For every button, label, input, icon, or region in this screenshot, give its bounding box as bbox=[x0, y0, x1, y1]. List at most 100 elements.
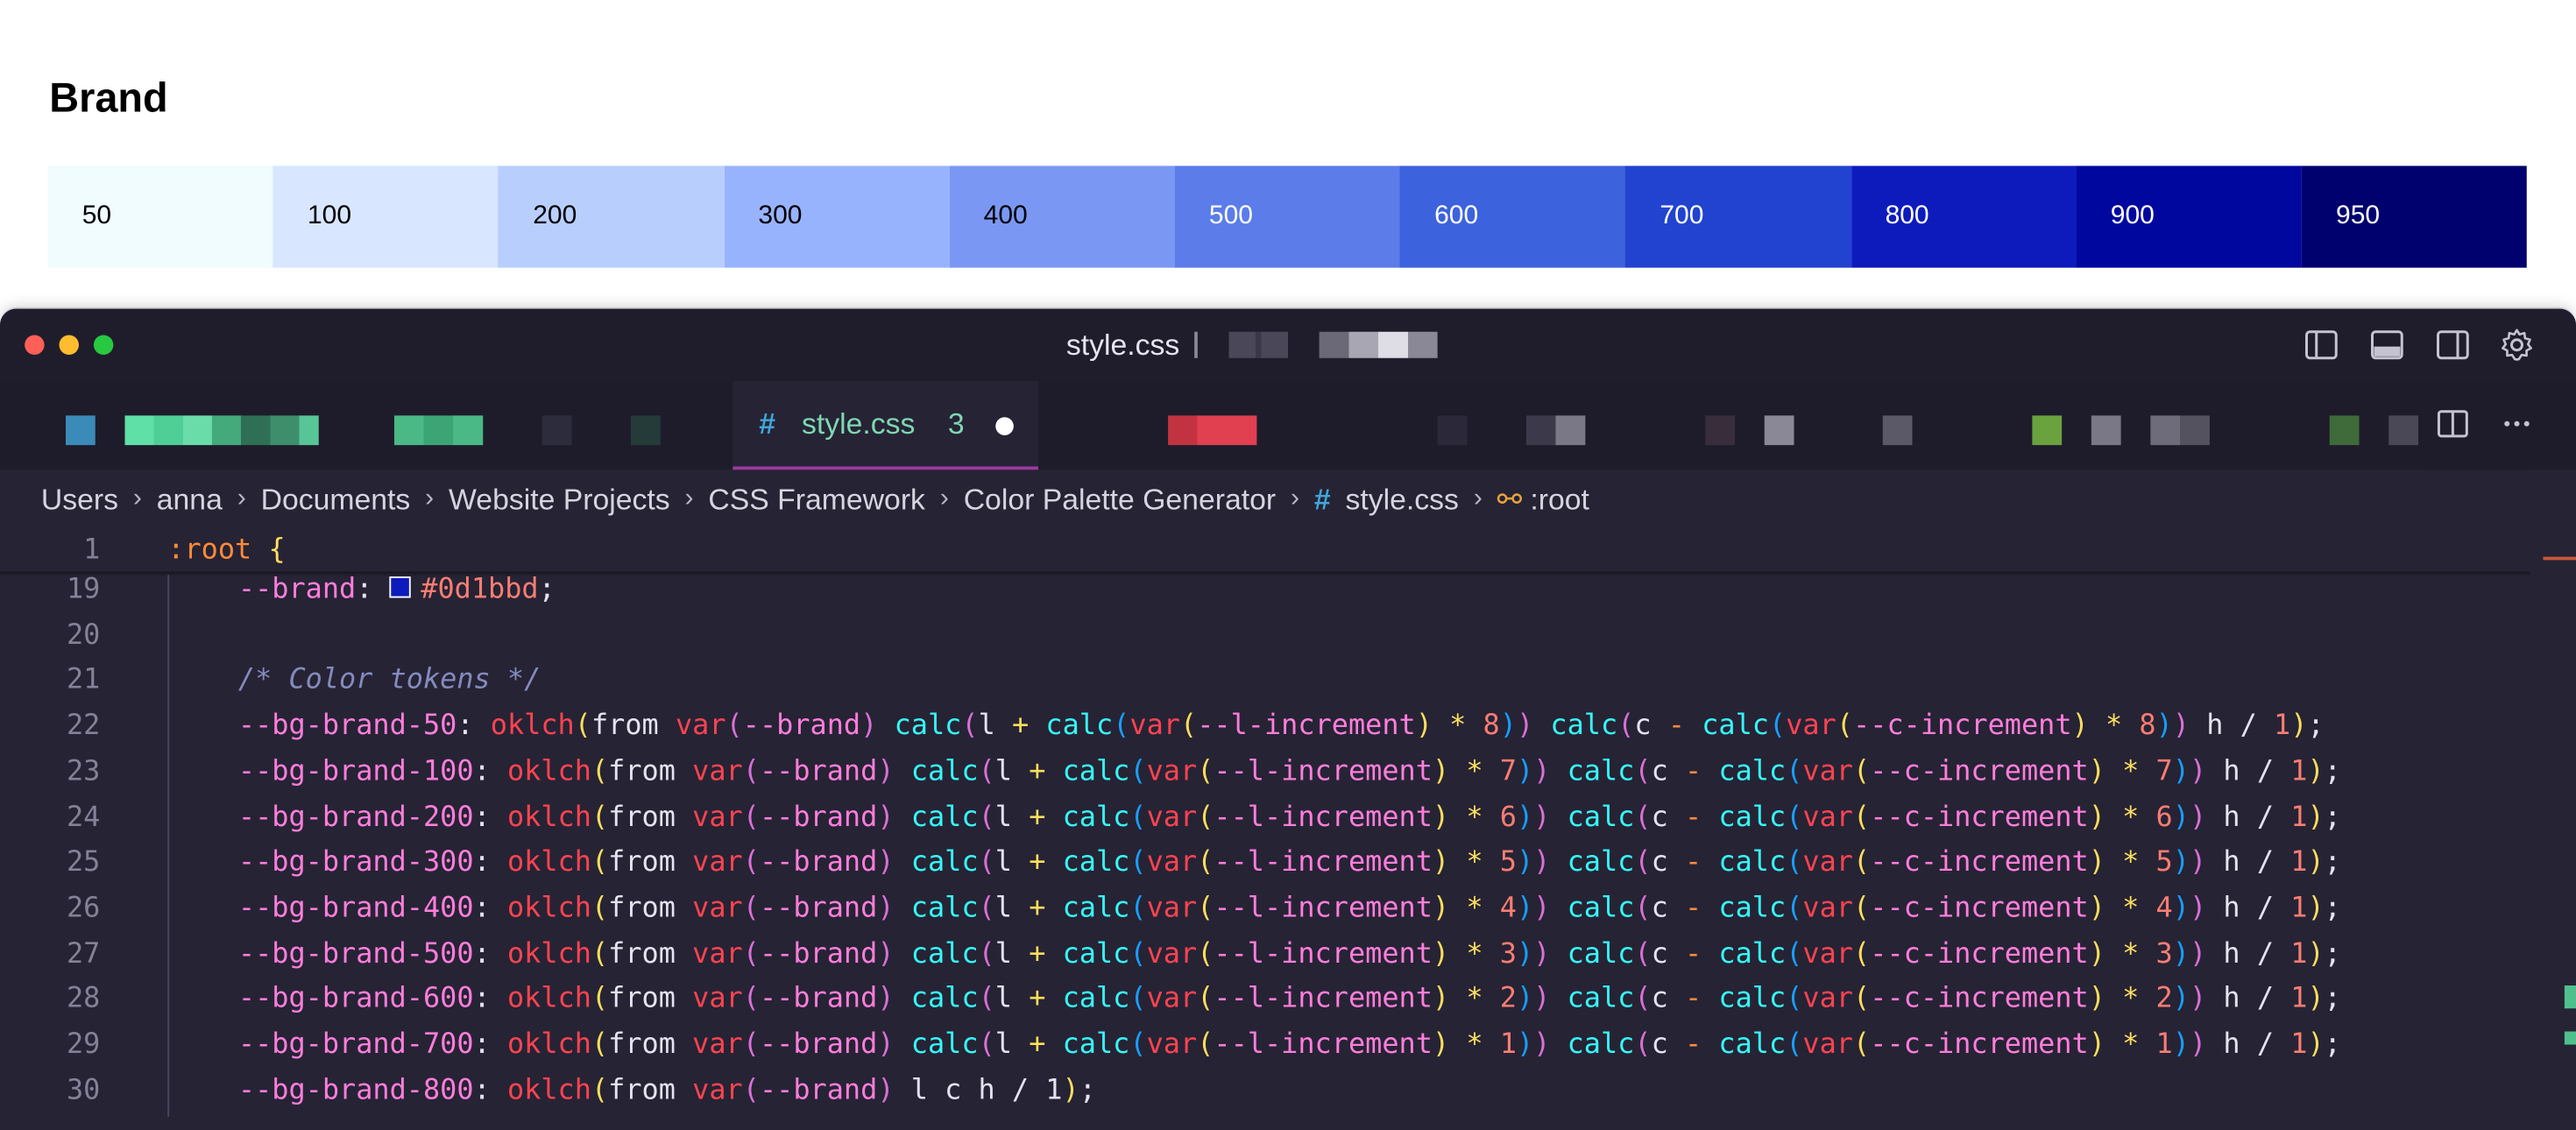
code-token: ) bbox=[2307, 755, 2324, 788]
code-line-row[interactable]: 21/* Color tokens */ bbox=[0, 658, 2530, 704]
breadcrumb-item[interactable]: Website Projects bbox=[449, 482, 670, 516]
code-line-row[interactable]: 22--bg-brand-50: oklch(from var(--brand)… bbox=[0, 703, 2530, 750]
code-token: ) bbox=[2190, 846, 2206, 879]
code-token bbox=[2190, 710, 2206, 743]
code-token: c bbox=[1652, 892, 1668, 925]
code-line: --bg-brand-50: oklch(from var(--brand) c… bbox=[238, 703, 2325, 750]
code-token: ; bbox=[2325, 846, 2341, 879]
code-token: ) bbox=[2307, 892, 2324, 925]
code-token: calc bbox=[1063, 937, 1130, 971]
code-token: ) bbox=[1533, 846, 1550, 879]
code-token: * bbox=[1449, 801, 1500, 834]
toggle-primary-sidebar-icon[interactable] bbox=[2304, 327, 2339, 363]
code-token: var bbox=[1802, 755, 1853, 788]
code-token: --c-increment bbox=[1870, 983, 2088, 1016]
code-token bbox=[895, 892, 911, 925]
code-token: + bbox=[1012, 983, 1063, 1016]
code-token: var bbox=[692, 1028, 743, 1062]
code-token: --bg-brand-500 bbox=[238, 937, 474, 971]
code-token: * bbox=[2105, 937, 2156, 971]
code-token: ( bbox=[1197, 892, 1214, 925]
breadcrumb-item[interactable]: anna bbox=[157, 482, 223, 516]
code-token: calc bbox=[1568, 892, 1635, 925]
code-token: l bbox=[995, 983, 1012, 1016]
chevron-right-icon: › bbox=[685, 484, 694, 514]
redaction-block bbox=[2388, 415, 2418, 445]
code-token: ) bbox=[877, 892, 894, 925]
code-token: ) bbox=[2173, 801, 2190, 834]
color-swatch-icon[interactable] bbox=[390, 576, 411, 597]
code-token: ( bbox=[1634, 983, 1651, 1016]
code-area[interactable]: 19--brand: #0d1bbd;2021/* Color tokens *… bbox=[0, 575, 2530, 1117]
code-token: --bg-brand-200 bbox=[238, 801, 474, 834]
close-window-button[interactable] bbox=[25, 335, 45, 356]
breadcrumb-item[interactable]: Documents bbox=[261, 482, 411, 516]
breadcrumb-item[interactable]: Users bbox=[41, 482, 118, 516]
tab-style-css[interactable]: # style.css 3 bbox=[732, 381, 1038, 470]
breadcrumb-symbol[interactable]: :root bbox=[1530, 482, 1589, 516]
tab-problem-count: 3 bbox=[948, 407, 965, 441]
breadcrumb-file[interactable]: style.css bbox=[1346, 482, 1459, 516]
code-token: ) bbox=[1533, 801, 1550, 834]
toggle-panel-icon[interactable] bbox=[2369, 327, 2405, 363]
swatch-label: 700 bbox=[1660, 202, 1703, 232]
code-line-row[interactable]: 25--bg-brand-300: oklch(from var(--brand… bbox=[0, 839, 2530, 886]
code-token: --c-increment bbox=[1870, 937, 2088, 971]
code-token: #0d1bbd bbox=[421, 575, 538, 606]
maximize-window-button[interactable] bbox=[94, 335, 114, 356]
code-line-row[interactable]: 30--bg-brand-800: oklch(from var(--brand… bbox=[0, 1067, 2530, 1113]
scrollbar-marker bbox=[2565, 1032, 2576, 1045]
code-line-row[interactable]: 20 bbox=[0, 612, 2530, 659]
code-token: --c-increment bbox=[1870, 892, 2088, 925]
editor-window: style.css bbox=[0, 309, 2576, 1130]
code-token bbox=[676, 892, 692, 925]
code-line-row[interactable]: 28--bg-brand-600: oklch(from var(--brand… bbox=[0, 976, 2530, 1022]
code-token: l bbox=[995, 937, 1012, 971]
code-token: --l-increment bbox=[1214, 846, 1432, 879]
redaction-block bbox=[1705, 415, 1735, 445]
code-token: : bbox=[474, 801, 507, 834]
code-token: calc bbox=[911, 801, 979, 834]
more-actions-icon[interactable] bbox=[2501, 407, 2534, 441]
code-token: ) bbox=[1517, 755, 1533, 788]
minimize-window-button[interactable] bbox=[60, 335, 80, 356]
code-token: / bbox=[2240, 755, 2291, 788]
breadcrumb-item[interactable]: Color Palette Generator bbox=[964, 482, 1276, 516]
code-token: ( bbox=[575, 710, 591, 743]
code-token: ) bbox=[1517, 1028, 1533, 1062]
redaction-block bbox=[125, 415, 319, 445]
code-token: l bbox=[995, 846, 1012, 879]
vertical-scrollbar[interactable] bbox=[2530, 470, 2576, 1130]
code-line-row[interactable]: 29--bg-brand-700: oklch(from var(--brand… bbox=[0, 1021, 2530, 1068]
unsaved-dot-icon[interactable] bbox=[995, 417, 1014, 435]
brand-swatch-strip: 50100200300400500600700800900950 bbox=[47, 166, 2526, 267]
code-line-row[interactable]: 23--bg-brand-100: oklch(from var(--brand… bbox=[0, 749, 2530, 795]
code-token: oklch bbox=[507, 892, 591, 925]
toggle-secondary-sidebar-icon[interactable] bbox=[2435, 327, 2471, 363]
code-token: ) bbox=[1517, 892, 1533, 925]
line-number: 24 bbox=[0, 795, 100, 841]
code-token: ( bbox=[743, 846, 760, 879]
code-line-row[interactable]: 19--brand: #0d1bbd; bbox=[0, 575, 2530, 612]
code-token: * bbox=[1433, 710, 1483, 743]
code-token: ) bbox=[2190, 1028, 2206, 1062]
code-token bbox=[2206, 755, 2223, 788]
code-token: ) bbox=[2089, 892, 2105, 925]
code-token: 5 bbox=[1500, 846, 1517, 879]
settings-gear-icon[interactable] bbox=[2499, 327, 2535, 363]
code-token: h bbox=[2223, 1028, 2240, 1062]
code-token: --brand bbox=[760, 1074, 877, 1107]
code-token bbox=[2206, 1028, 2223, 1062]
sticky-scroll-line[interactable]: 1 :root { bbox=[0, 527, 2530, 574]
code-token bbox=[895, 846, 911, 879]
code-line-row[interactable]: 27--bg-brand-500: oklch(from var(--brand… bbox=[0, 930, 2530, 977]
split-editor-icon[interactable] bbox=[2437, 407, 2470, 441]
code-token: ( bbox=[1853, 937, 1870, 971]
code-token: var bbox=[692, 983, 743, 1016]
code-token: ) bbox=[1433, 937, 1449, 971]
code-line-row[interactable]: 26--bg-brand-400: oklch(from var(--brand… bbox=[0, 885, 2530, 931]
code-line-row[interactable]: 24--bg-brand-200: oklch(from var(--brand… bbox=[0, 795, 2530, 841]
code-token: h bbox=[2223, 755, 2240, 788]
code-token: --brand bbox=[760, 937, 877, 971]
breadcrumb-item[interactable]: CSS Framework bbox=[708, 482, 925, 516]
